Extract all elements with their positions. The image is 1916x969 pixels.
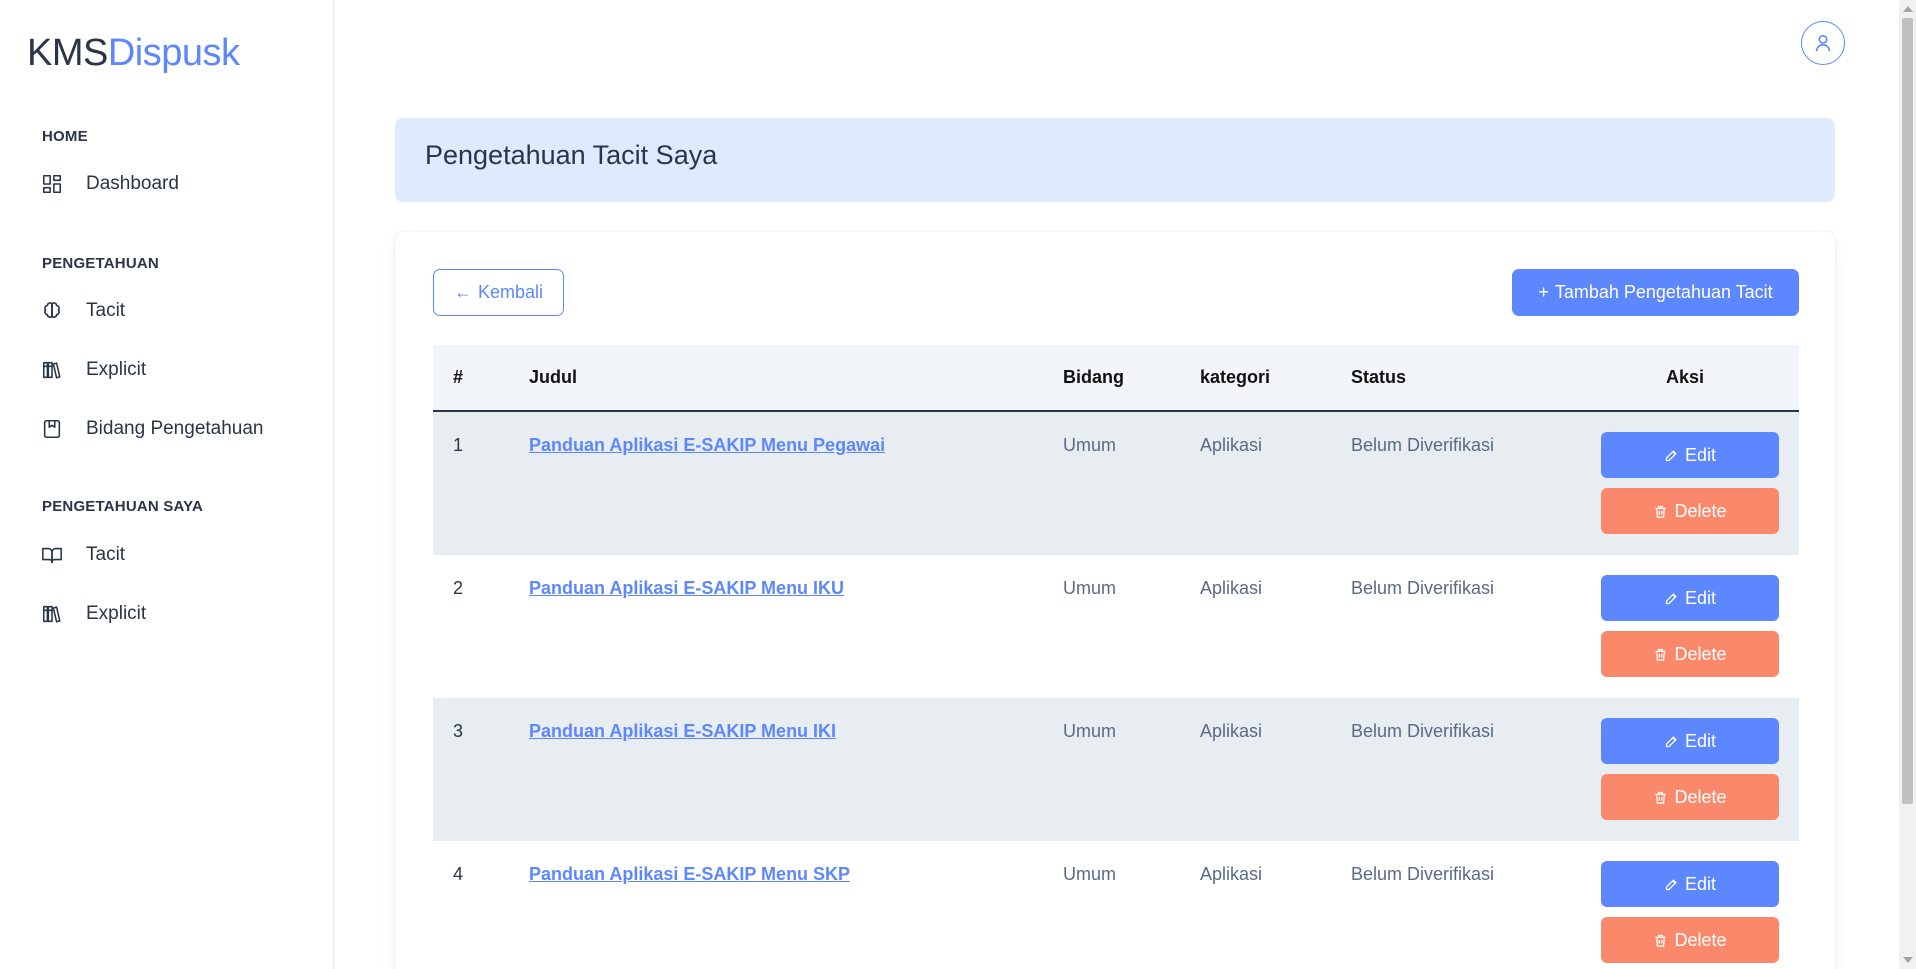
scroll-down-arrow-icon[interactable] [1903,957,1913,963]
column-header-status: Status [1351,367,1407,387]
row-title-link[interactable]: Panduan Aplikasi E-SAKIP Menu IKI [529,721,836,742]
plus-icon: + [1538,282,1549,302]
edit-button[interactable]: Edit [1601,861,1779,907]
page-title: Pengetahuan Tacit Saya [425,140,718,170]
edit-button[interactable]: Edit [1601,432,1779,478]
books-icon [40,602,64,626]
brain-icon [40,299,64,323]
delete-button-label: Delete [1674,786,1727,807]
row-title-link[interactable]: Panduan Aplikasi E-SAKIP Menu SKP [529,864,850,885]
delete-button[interactable]: Delete [1601,631,1779,677]
sidebar-section-pengetahuan-saya: PENGETAHUAN SAYA [42,498,204,515]
edit-button[interactable]: Edit [1601,718,1779,764]
bookmark-icon [40,417,64,441]
trash-icon [1655,791,1666,804]
sidebar-item-label: Explicit [86,359,147,380]
sidebar-item-dashboard[interactable]: Dashboard [40,162,310,206]
row-status: Belum Diverifikasi [1351,864,1495,884]
add-button-label: Tambah Pengetahuan Tacit [1554,282,1773,302]
table-row: 4 Panduan Aplikasi E-SAKIP Menu SKP Umum… [433,841,1799,969]
delete-button[interactable]: Delete [1601,774,1779,820]
sidebar-item-label: Tacit [86,544,126,565]
row-kategori: Aplikasi [1200,435,1263,455]
page-header: Pengetahuan Tacit Saya [395,118,1835,202]
sidebar-item-tacit[interactable]: Tacit [40,289,310,333]
column-header-kategori: kategori [1200,367,1271,387]
sidebar-item-label: Bidang Pengetahuan [86,418,264,439]
sidebar-item-bidang-pengetahuan[interactable]: Bidang Pengetahuan [40,407,310,451]
knowledge-table: # Judul Bidang kategori Status Aksi 1 Pa… [433,345,1799,969]
row-kategori: Aplikasi [1200,864,1263,884]
edit-icon [1665,878,1677,890]
arrow-left-icon: ← [453,282,472,302]
content-card: ← Kembali + Tambah Pengetahuan Tacit # J… [395,232,1835,969]
open-book-icon [40,543,64,567]
edit-button-label: Edit [1684,444,1717,465]
trash-icon [1655,934,1666,947]
books-icon [40,358,64,382]
edit-icon [1665,735,1677,747]
edit-button-label: Edit [1684,587,1717,608]
row-status: Belum Diverifikasi [1351,578,1495,598]
add-tacit-button[interactable]: + Tambah Pengetahuan Tacit [1512,269,1799,316]
row-title-link[interactable]: Panduan Aplikasi E-SAKIP Menu Pegawai [529,435,885,456]
row-number: 2 [453,578,464,598]
scroll-up-arrow-icon[interactable] [1903,6,1913,12]
user-profile-button[interactable] [1801,21,1845,65]
page-scrollbar[interactable] [1899,0,1916,969]
edit-icon [1665,592,1677,604]
row-number: 1 [453,435,464,455]
back-button[interactable]: ← Kembali [433,269,564,316]
sidebar-item-label: Explicit [86,603,147,624]
row-bidang: Umum [1063,578,1116,598]
back-button-label: Kembali [477,282,544,302]
row-bidang: Umum [1063,864,1116,884]
row-title-link[interactable]: Panduan Aplikasi E-SAKIP Menu IKU [529,578,844,599]
delete-button[interactable]: Delete [1601,917,1779,963]
trash-icon [1655,505,1666,518]
scroll-thumb[interactable] [1902,18,1913,804]
delete-button[interactable]: Delete [1601,488,1779,534]
brand-part-1: KMS [27,32,108,74]
dashboard-icon [40,172,64,196]
sidebar-item-label: Tacit [86,300,126,321]
user-icon [1815,34,1831,52]
delete-button-label: Delete [1674,500,1727,521]
column-header-aksi: Aksi [1666,367,1705,387]
sidebar-item-my-tacit[interactable]: Tacit [40,533,310,577]
trash-icon [1655,648,1666,661]
row-kategori: Aplikasi [1200,578,1263,598]
row-status: Belum Diverifikasi [1351,721,1495,741]
row-number: 4 [453,864,464,884]
edit-button[interactable]: Edit [1601,575,1779,621]
row-kategori: Aplikasi [1200,721,1263,741]
edit-button-label: Edit [1684,873,1717,894]
table-header: # Judul Bidang kategori Status Aksi [433,345,1799,412]
table-row: 2 Panduan Aplikasi E-SAKIP Menu IKU Umum… [433,555,1799,698]
column-header-judul: Judul [529,367,577,387]
row-number: 3 [453,721,464,741]
column-header-bidang: Bidang [1063,367,1124,387]
edit-icon [1665,449,1677,461]
edit-button-label: Edit [1684,730,1717,751]
sidebar-section-pengetahuan: PENGETAHUAN [42,255,159,272]
table-row: 1 Panduan Aplikasi E-SAKIP Menu Pegawai … [433,412,1799,555]
brand-logo[interactable]: KMSDispusk [27,32,240,75]
sidebar: KMSDispusk HOME Dashboard PENGETAHUAN Ta… [0,0,334,969]
row-bidang: Umum [1063,435,1116,455]
sidebar-item-label: Dashboard [86,173,179,194]
row-status: Belum Diverifikasi [1351,435,1495,455]
brand-part-2: Dispusk [107,32,240,74]
table-row: 3 Panduan Aplikasi E-SAKIP Menu IKI Umum… [433,698,1799,841]
sidebar-item-my-explicit[interactable]: Explicit [40,592,310,636]
sidebar-item-explicit[interactable]: Explicit [40,348,310,392]
column-header-number: # [453,367,464,387]
delete-button-label: Delete [1674,929,1727,950]
delete-button-label: Delete [1674,643,1727,664]
sidebar-section-home: HOME [42,128,88,145]
row-bidang: Umum [1063,721,1116,741]
